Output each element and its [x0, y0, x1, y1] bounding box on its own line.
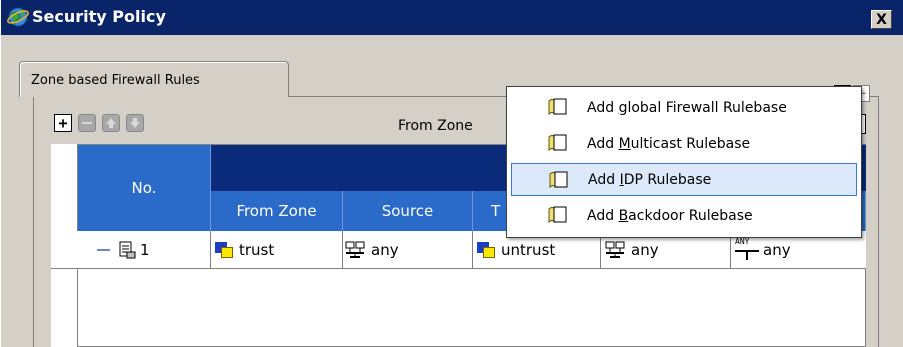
rule-icon [119, 241, 136, 259]
collapse-line-icon [97, 249, 110, 251]
rulebase-icon [548, 206, 567, 224]
service-any-icon: ANY [735, 237, 759, 261]
menu-item-add-multicast-rulebase[interactable]: Add Multicast Rulebase [511, 127, 857, 160]
rulebase-icon [549, 171, 568, 189]
title-bar[interactable]: Security Policy X [1, 0, 903, 35]
column-header-from-zone-label: From Zone [236, 202, 317, 220]
column-header-from-zone[interactable]: From Zone [211, 191, 343, 231]
move-down-button[interactable] [126, 114, 144, 132]
tab-label: Zone based Firewall Rules [31, 73, 200, 88]
column-header-to-zone-label: T [491, 202, 501, 220]
menu-item-label: Add Backdoor Rulebase [587, 207, 753, 224]
add-rule-button[interactable]: + [54, 114, 72, 132]
from-zone-value: trust [239, 241, 275, 259]
from-zone-filter-label: From Zone [398, 118, 473, 134]
zone-icon [477, 242, 495, 258]
service-any-badge: ANY [735, 237, 750, 246]
minus-icon [82, 122, 92, 124]
source-value: any [371, 241, 399, 259]
tab-zone-firewall-rules[interactable]: Zone based Firewall Rules [19, 61, 289, 97]
to-zone-value: untrust [501, 241, 556, 259]
plus-icon: + [58, 114, 68, 132]
rulebase-icon [548, 98, 567, 116]
menu-item-label: Add global Firewall Rulebase [587, 99, 787, 116]
add-rulebase-menu: Add global Firewall Rulebase Add Multica… [506, 86, 862, 238]
delete-rule-button[interactable] [78, 114, 96, 132]
cell-source[interactable]: any [343, 231, 473, 269]
service-value: any [763, 241, 791, 259]
column-header-source-label: Source [381, 202, 434, 220]
close-icon: X [876, 11, 887, 28]
rule-number: 1 [140, 241, 150, 259]
up-arrow-icon [106, 118, 116, 128]
column-header-no[interactable]: No. [78, 145, 211, 231]
globe-icon [7, 7, 29, 27]
close-button[interactable]: X [871, 10, 892, 29]
column-header-no-label: No. [131, 179, 157, 197]
destination-value: any [631, 241, 659, 259]
menu-item-add-idp-rulebase[interactable]: Add IDP Rulebase [511, 163, 857, 196]
column-header-source[interactable]: Source [343, 191, 473, 231]
cell-rule-number[interactable]: 1 [78, 231, 211, 269]
menu-item-label: Add Multicast Rulebase [587, 135, 751, 152]
cell-from-zone[interactable]: trust [211, 231, 343, 269]
window-title: Security Policy [32, 7, 166, 26]
rulebase-icon [548, 134, 567, 152]
down-arrow-icon [130, 118, 140, 128]
network-icon [605, 241, 625, 258]
menu-item-add-backdoor-rulebase[interactable]: Add Backdoor Rulebase [511, 199, 857, 232]
rule-toolbar: + [54, 114, 144, 132]
menu-item-add-global-firewall-rulebase[interactable]: Add global Firewall Rulebase [511, 91, 857, 124]
move-up-button[interactable] [102, 114, 120, 132]
security-policy-window: Security Policy X Zone based Firewall Ru… [0, 0, 903, 347]
network-icon [345, 241, 365, 258]
menu-item-label: Add IDP Rulebase [588, 171, 712, 188]
zone-icon [215, 242, 233, 258]
